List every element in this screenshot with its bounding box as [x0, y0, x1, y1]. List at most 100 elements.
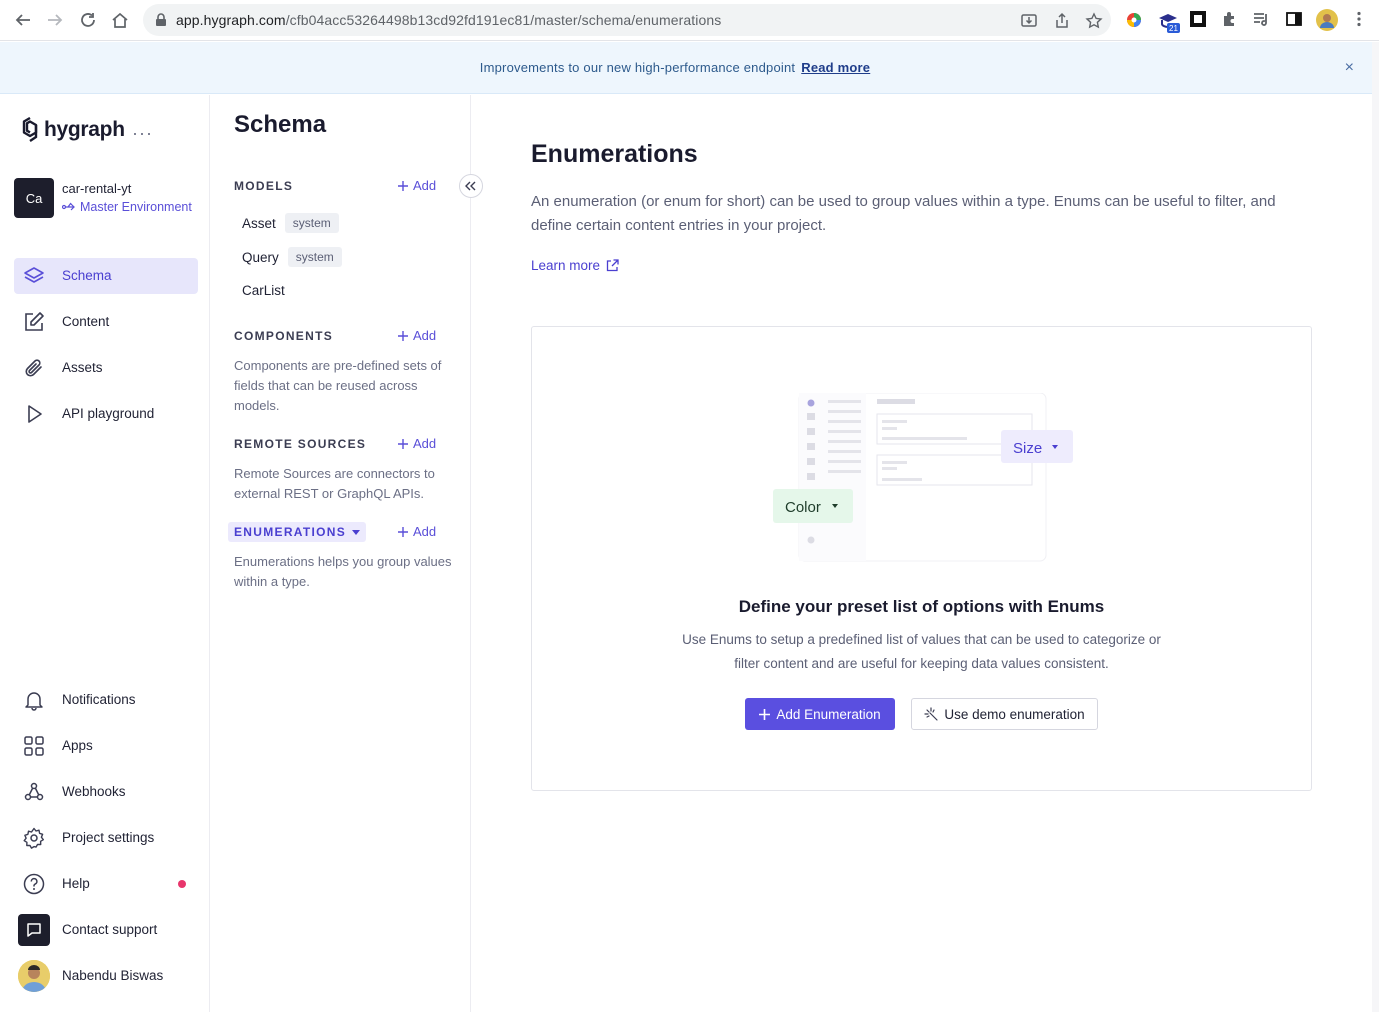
enums-illustration: Size Color — [773, 393, 1073, 562]
add-remote-source-button[interactable]: Add — [398, 436, 436, 451]
bell-icon — [23, 689, 45, 711]
workspace-menu-dots[interactable]: ··· — [132, 123, 153, 144]
nav-label: Project settings — [62, 830, 155, 845]
learn-more-link[interactable]: Learn more — [531, 258, 619, 273]
model-item-asset[interactable]: Asset system — [242, 213, 339, 233]
system-tag: system — [284, 213, 339, 233]
nav-label: Webhooks — [62, 784, 126, 799]
plus-icon — [398, 526, 408, 537]
logo-text: hygraph — [44, 118, 125, 141]
webhook-icon — [23, 781, 45, 803]
lock-icon — [155, 13, 167, 27]
extension-badge: 21 — [1169, 24, 1178, 33]
plus-icon — [398, 438, 408, 449]
external-link-icon — [606, 259, 619, 272]
more-vertical-icon[interactable] — [1350, 10, 1370, 30]
empty-state-description: Use Enums to setup a predefined list of … — [682, 632, 1161, 671]
share-icon[interactable] — [1053, 12, 1071, 30]
banner-text: Improvements to our new high-performance… — [479, 60, 796, 75]
media-queue-icon[interactable] — [1252, 10, 1272, 30]
home-icon[interactable] — [109, 9, 131, 31]
nav-item-contact-support[interactable]: Contact support — [14, 912, 198, 948]
nav-item-project-settings[interactable]: Project settings — [14, 820, 198, 856]
avatar — [18, 960, 50, 992]
nav-label: Assets — [62, 360, 103, 375]
back-icon[interactable] — [12, 9, 34, 31]
reload-icon[interactable] — [77, 9, 99, 31]
puzzle-extension-icon[interactable] — [1221, 10, 1241, 30]
color-chip-text: Color — [785, 499, 821, 516]
models-heading: MODELS — [234, 179, 294, 193]
nav-label: Contact support — [62, 922, 158, 937]
page-description: An enumeration (or enum for short) can b… — [531, 193, 1276, 234]
model-name: Asset — [242, 215, 276, 231]
enumerations-heading[interactable]: ENUMERATIONS — [228, 522, 367, 542]
remote-sources-heading: REMOTE SOURCES — [234, 437, 367, 451]
nav-item-user-profile[interactable]: Nabendu Biswas — [14, 958, 198, 994]
nav-label: Apps — [62, 738, 93, 753]
nav-item-apps[interactable]: Apps — [14, 728, 198, 764]
size-chip-text: Size — [1013, 440, 1042, 457]
frame-extension-icon[interactable] — [1189, 10, 1209, 30]
plus-icon — [398, 330, 408, 341]
environment-label[interactable]: Master Environment — [62, 200, 192, 214]
add-enumeration-sidebar-button[interactable]: Add — [398, 524, 436, 539]
hygraph-logo-icon — [22, 117, 38, 142]
sidebar-title: Schema — [234, 111, 327, 138]
hygraph-logo[interactable]: hygraph — [22, 117, 125, 143]
bookmark-star-icon[interactable] — [1085, 12, 1103, 30]
chat-icon — [18, 914, 50, 946]
add-label: Add — [413, 524, 437, 539]
add-model-button[interactable]: Add — [398, 178, 436, 193]
left-navigation: hygraph ··· Ca car-rental-yt Master Envi… — [0, 95, 210, 1012]
nav-item-assets[interactable]: Assets — [14, 350, 198, 386]
scrollbar[interactable] — [1372, 42, 1379, 1012]
model-item-carlist[interactable]: CarList — [242, 283, 285, 298]
banner-read-more-link[interactable]: Read more — [801, 60, 870, 75]
nav-label: Nabendu Biswas — [62, 968, 164, 983]
paperclip-icon — [23, 357, 45, 379]
profile-avatar[interactable] — [1316, 9, 1338, 31]
model-name: CarList — [242, 283, 285, 298]
edit-icon — [23, 311, 45, 333]
schema-sidebar: Schema MODELS Add Asset system Query sys… — [210, 95, 471, 1012]
nav-item-api-playground[interactable]: API playground — [14, 396, 198, 432]
nav-label: Help — [62, 876, 90, 891]
main-content: Enumerations An enumeration (or enum for… — [471, 95, 1372, 1012]
collapse-sidebar-button[interactable] — [459, 174, 483, 198]
plus-icon — [398, 180, 408, 191]
nav-item-content[interactable]: Content — [14, 304, 198, 340]
learn-more-label: Learn more — [531, 258, 601, 273]
add-enumeration-button[interactable]: Add Enumeration — [745, 698, 895, 730]
nav-item-webhooks[interactable]: Webhooks — [14, 774, 198, 810]
nav-item-notifications[interactable]: Notifications — [14, 682, 198, 718]
page-title: Enumerations — [531, 140, 698, 168]
model-item-query[interactable]: Query system — [242, 247, 342, 267]
nav-item-help[interactable]: Help — [14, 866, 198, 902]
nav-item-schema[interactable]: Schema — [14, 258, 198, 294]
close-icon[interactable]: × — [1345, 59, 1354, 77]
branch-icon — [62, 202, 75, 211]
use-demo-enumeration-button[interactable]: Use demo enumeration — [911, 698, 1098, 730]
add-component-button[interactable]: Add — [398, 328, 436, 343]
nav-label: Content — [62, 314, 110, 329]
side-panel-icon[interactable] — [1285, 10, 1305, 30]
components-heading: COMPONENTS — [234, 329, 334, 343]
gear-icon — [23, 827, 45, 849]
play-icon — [23, 403, 45, 425]
project-name: car-rental-yt — [62, 181, 132, 196]
add-enumeration-label: Add Enumeration — [776, 706, 881, 722]
add-label: Add — [413, 436, 437, 451]
nav-label: API playground — [62, 406, 155, 421]
graduation-extension-icon[interactable]: 21 — [1157, 10, 1180, 33]
forward-icon[interactable] — [44, 9, 66, 31]
sparkle-icon — [924, 707, 938, 721]
layers-icon — [23, 265, 45, 287]
enumerations-heading-label: ENUMERATIONS — [234, 525, 347, 539]
apps-icon — [23, 735, 45, 757]
address-bar[interactable]: app.hygraph.com/cfb04acc53264498b13cd92f… — [143, 4, 1111, 36]
color-extension-icon[interactable] — [1124, 10, 1144, 30]
use-demo-enumeration-label: Use demo enumeration — [944, 706, 1085, 722]
install-icon[interactable] — [1020, 12, 1038, 30]
url-text: app.hygraph.com/cfb04acc53264498b13cd92f… — [176, 12, 722, 28]
